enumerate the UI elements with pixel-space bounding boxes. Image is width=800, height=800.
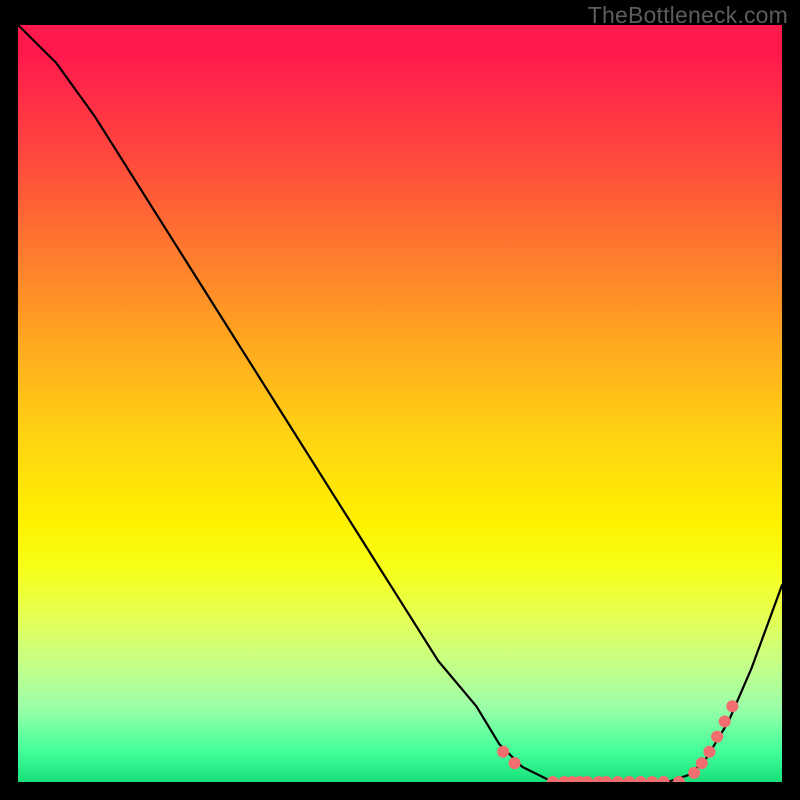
highlight-dot	[624, 777, 635, 783]
chart-svg	[18, 25, 782, 782]
highlight-dot	[658, 777, 669, 783]
highlight-dot	[612, 777, 623, 783]
highlight-dot	[696, 758, 707, 769]
bottleneck-curve	[18, 25, 782, 782]
highlight-dot	[727, 701, 738, 712]
highlight-dot	[498, 746, 509, 757]
highlight-dot	[635, 777, 646, 783]
highlight-dot	[719, 716, 730, 727]
highlight-dot	[601, 777, 612, 783]
stage: TheBottleneck.com	[0, 0, 800, 800]
highlight-dot	[647, 777, 658, 783]
highlight-dots-group	[498, 701, 738, 782]
highlight-dot	[509, 758, 520, 769]
highlight-dot	[704, 746, 715, 757]
highlight-dot	[689, 767, 700, 778]
highlight-dot	[547, 777, 558, 783]
attribution-text: TheBottleneck.com	[588, 2, 788, 29]
highlight-dot	[582, 777, 593, 783]
plot-area	[18, 25, 782, 782]
highlight-dot	[712, 731, 723, 742]
